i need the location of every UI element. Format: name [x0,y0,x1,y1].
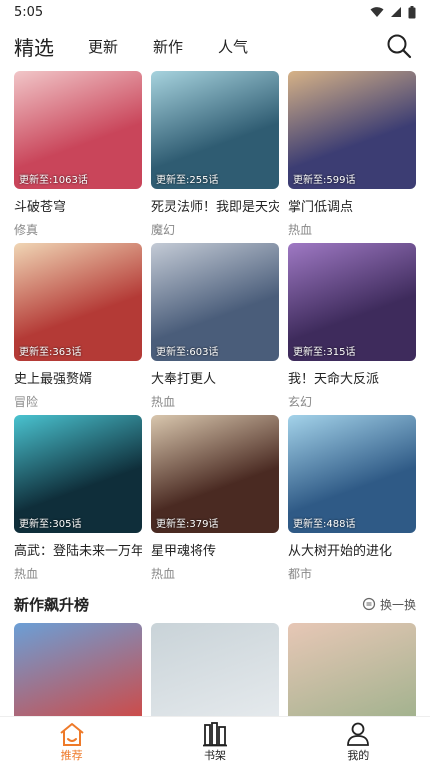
refresh-button[interactable]: 换一换 [362,596,416,613]
bottom-nav-bookshelf[interactable]: 书架 [143,717,286,766]
top-tab-bar: 精选 更新 新作 人气 [0,26,430,66]
comic-genre: 热血 [151,395,176,409]
comic-cover[interactable]: 更新至:599话 [288,71,416,189]
status-icons [370,5,416,19]
comic-card[interactable]: 更新至:1063话 斗破苍穹 修真 [14,71,142,243]
comic-card[interactable]: 更新至:363话 史上最强赘婿 冒险 [14,243,142,415]
bottom-nav-label: 我的 [347,748,370,762]
new-rising-section-header: 新作飙升榜 换一换 [14,592,416,616]
user-icon [347,722,370,746]
update-badge: 更新至:603话 [156,347,219,358]
comic-genre: 玄幻 [288,395,313,409]
comic-card[interactable]: 更新至:379话 星甲魂将传 热血 [151,415,279,587]
bottom-nav-label: 书架 [203,748,226,762]
bottom-nav: 推荐 书架 我的 [0,716,430,766]
comic-card[interactable]: 更新至:599话 掌门低调点 热血 [288,71,416,243]
comic-title[interactable]: 死灵法师！我即是天灾 [151,196,279,215]
comic-cover[interactable]: 更新至:379话 [151,415,279,533]
new-comic-card[interactable] [288,623,416,718]
comic-title[interactable]: 大奉打更人 [151,368,279,387]
refresh-icon [362,597,376,611]
update-badge: 更新至:379话 [156,519,219,530]
comic-card[interactable]: 更新至:315话 我！天命大反派 玄幻 [288,243,416,415]
comic-genre: 热血 [288,223,313,237]
tab-updated[interactable]: 更新 [88,36,118,57]
comic-title[interactable]: 从大树开始的进化 [288,540,416,559]
update-badge: 更新至:255话 [156,175,219,186]
new-comic-card[interactable] [151,623,279,718]
comic-genre: 魔幻 [151,223,176,237]
home-icon [60,722,84,746]
comic-cover[interactable] [288,623,416,718]
update-badge: 更新至:315话 [293,347,356,358]
refresh-label: 换一换 [379,597,416,612]
new-comic-card[interactable] [14,623,142,718]
update-badge: 更新至:1063话 [19,175,88,186]
comic-title[interactable]: 我！天命大反派 [288,368,416,387]
comic-genre: 修真 [14,223,39,237]
signal-icon [391,7,401,17]
comic-cover[interactable]: 更新至:603话 [151,243,279,361]
comic-grid: 更新至:1063话 斗破苍穹 修真 更新至:255话 死灵法师！我即是天灾 魔幻… [14,71,416,587]
update-badge: 更新至:488话 [293,519,356,530]
comic-genre: 都市 [288,567,313,581]
update-badge: 更新至:599话 [293,175,356,186]
comic-cover[interactable] [14,623,142,718]
comic-card[interactable]: 更新至:603话 大奉打更人 热血 [151,243,279,415]
update-badge: 更新至:363话 [19,347,82,358]
tab-featured[interactable]: 精选 [14,32,54,61]
status-bar: 5:05 [0,0,430,24]
comic-title[interactable]: 高武：登陆未来一万年 [14,540,142,559]
comic-cover[interactable]: 更新至:315话 [288,243,416,361]
comic-card[interactable]: 更新至:255话 死灵法师！我即是天灾 魔幻 [151,71,279,243]
comic-card[interactable]: 更新至:305话 高武：登陆未来一万年 热血 [14,415,142,587]
comic-genre: 热血 [14,567,39,581]
bottom-nav-label: 推荐 [60,748,83,762]
comic-title[interactable]: 斗破苍穹 [14,196,142,215]
bookshelf-icon [202,721,227,746]
comic-title[interactable]: 掌门低调点 [288,196,416,215]
comic-cover[interactable]: 更新至:305话 [14,415,142,533]
status-time: 5:05 [14,4,44,20]
comic-cover[interactable] [151,623,279,718]
update-badge: 更新至:305话 [19,519,82,530]
comic-genre: 热血 [151,567,176,581]
new-rising-row [14,623,416,718]
comic-title[interactable]: 星甲魂将传 [151,540,279,559]
comic-title[interactable]: 史上最强赘婿 [14,368,142,387]
search-icon[interactable] [386,33,412,59]
wifi-icon [370,7,384,17]
comic-cover[interactable]: 更新至:363话 [14,243,142,361]
comic-cover[interactable]: 更新至:1063话 [14,71,142,189]
tab-new[interactable]: 新作 [153,36,183,57]
bottom-nav-recommend[interactable]: 推荐 [0,717,143,766]
comic-card[interactable]: 更新至:488话 从大树开始的进化 都市 [288,415,416,587]
comic-genre: 冒险 [14,395,39,409]
tab-popular[interactable]: 人气 [218,36,248,57]
section-title: 新作飙升榜 [14,595,90,614]
comic-cover[interactable]: 更新至:488话 [288,415,416,533]
battery-icon [408,5,416,18]
bottom-nav-mine[interactable]: 我的 [287,717,430,766]
comic-cover[interactable]: 更新至:255话 [151,71,279,189]
